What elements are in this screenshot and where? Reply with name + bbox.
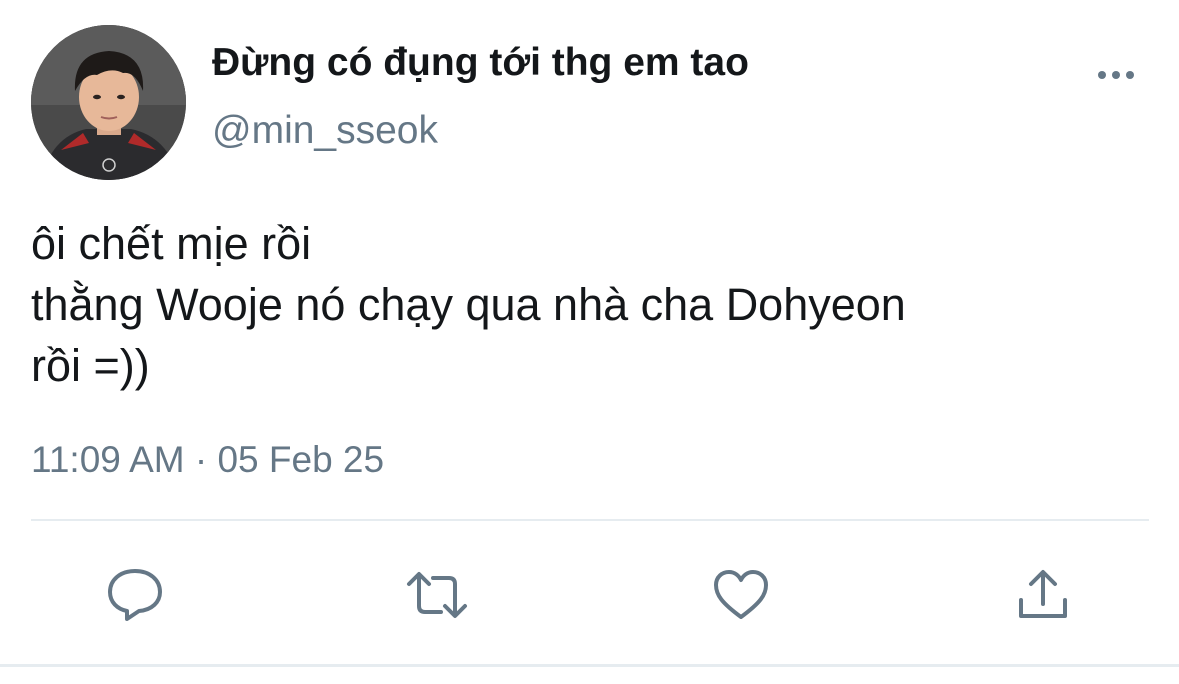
more-options-button[interactable] [1094, 60, 1138, 90]
retweet-icon [407, 572, 467, 618]
tweet-text-line: rồi =)) [31, 340, 150, 391]
like-button[interactable] [706, 560, 776, 630]
tweet-text-line: ôi chết mịe rồi [31, 218, 312, 269]
action-bar [0, 560, 1179, 630]
bottom-divider [0, 664, 1179, 667]
tweet-text: ôi chết mịe rồi thằng Wooje nó chạy qua … [31, 213, 1151, 396]
tweet-timestamp[interactable]: 11:09 AM · 05 Feb 25 [31, 437, 384, 483]
tweet-text-line: thằng Wooje nó chạy qua nhà cha Dohyeon [31, 279, 906, 330]
more-horizontal-icon [1098, 71, 1134, 79]
share-icon [1019, 570, 1067, 618]
reply-button[interactable] [100, 560, 170, 630]
display-name[interactable]: Đừng có đụng tới thg em tao [212, 40, 749, 86]
avatar[interactable] [31, 25, 186, 180]
reply-icon [108, 569, 162, 621]
share-button[interactable] [1008, 560, 1078, 630]
retweet-button[interactable] [402, 560, 472, 630]
avatar-photo [31, 25, 186, 180]
like-icon [714, 570, 768, 619]
divider [31, 519, 1149, 521]
user-handle[interactable]: @min_sseok [212, 108, 438, 154]
